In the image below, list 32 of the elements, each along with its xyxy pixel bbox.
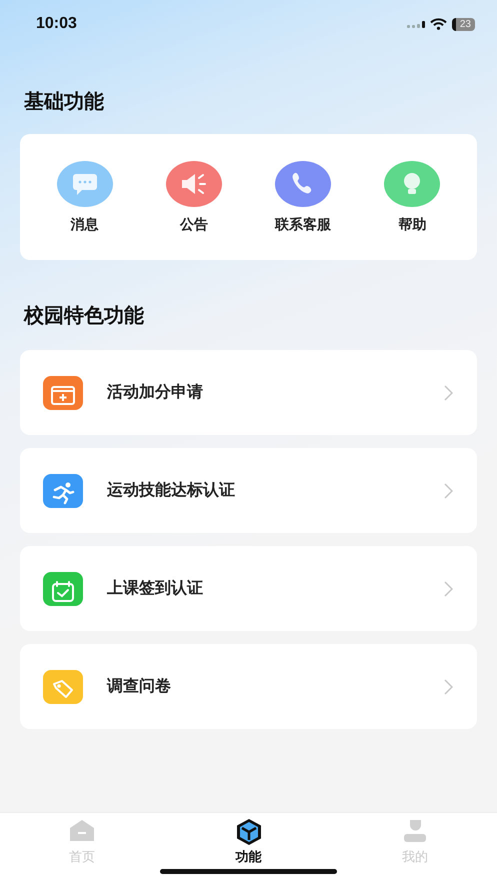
feature-icon — [43, 670, 83, 704]
feature-icon — [43, 572, 83, 606]
chevron-icon — [444, 384, 453, 400]
chevron-icon — [444, 482, 453, 498]
feature-row[interactable]: 调查问卷 — [20, 644, 477, 729]
row-label: 上课签到认证 — [107, 578, 204, 599]
section-title: 基础功能 — [24, 88, 105, 115]
row-label: 运动技能达标认证 — [107, 480, 236, 501]
shortcut-icon — [164, 160, 223, 208]
shortcut-button[interactable]: 联系客服 — [253, 160, 354, 234]
tab[interactable]: 功能 — [216, 813, 280, 866]
wifi-icon — [430, 18, 447, 30]
battery-icon: 23 — [452, 18, 475, 30]
feature-icon — [43, 376, 83, 410]
shortcut-icon — [383, 160, 442, 208]
row-label: 活动加分申请 — [107, 382, 204, 403]
row-label: 调查问卷 — [107, 676, 172, 697]
chevron-icon — [444, 678, 453, 694]
shortcut-button[interactable]: 消息 — [34, 160, 135, 234]
shortcut-icon — [274, 160, 332, 208]
status-time: 10:03 — [36, 15, 77, 33]
feature-row[interactable]: 运动技能达标认证 — [20, 448, 477, 533]
feature-icon — [43, 474, 83, 508]
section-title: 校园特色功能 — [24, 302, 145, 329]
cube-icon — [234, 818, 262, 846]
feature-row[interactable]: 上课签到认证 — [20, 546, 477, 631]
signal-icon — [406, 20, 425, 28]
shortcut-button[interactable]: 公告 — [144, 160, 244, 234]
chevron-icon — [444, 580, 453, 596]
shortcut-button[interactable]: 帮助 — [362, 160, 462, 234]
shortcut-icon — [56, 160, 114, 208]
feature-row[interactable]: 活动加分申请 — [20, 350, 477, 435]
